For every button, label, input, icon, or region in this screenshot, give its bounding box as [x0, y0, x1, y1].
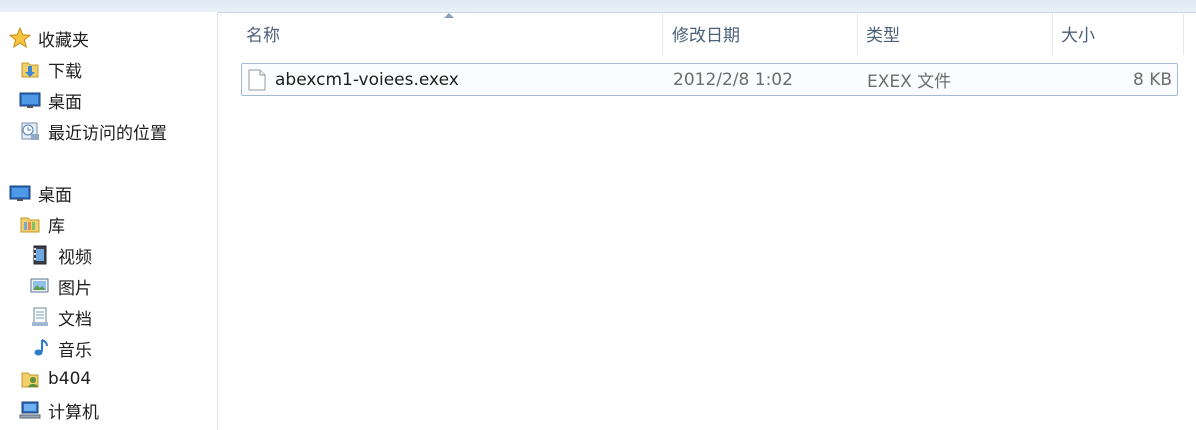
nav-computer[interactable]: 计算机 — [19, 395, 99, 425]
nav-item-recent-places[interactable]: 最近访问的位置 — [19, 116, 167, 146]
picture-icon — [29, 275, 51, 297]
file-modified: 2012/2/8 1:02 — [673, 69, 793, 90]
downloads-folder-icon — [19, 58, 41, 80]
nav-item-pictures[interactable]: 图片 — [29, 271, 92, 301]
nav-library-label: 库 — [48, 216, 65, 237]
file-size: 8 KB — [1132, 69, 1172, 90]
document-icon — [29, 306, 51, 328]
nav-item-recent-places-label: 最近访问的位置 — [48, 123, 167, 144]
column-header-name[interactable]: 名称 — [246, 12, 280, 55]
nav-item-videos-label: 视频 — [58, 247, 92, 268]
column-divider[interactable] — [857, 12, 858, 55]
sort-ascending-icon — [444, 13, 454, 18]
nav-favorites-label: 收藏夹 — [38, 30, 89, 51]
nav-library[interactable]: 库 — [19, 209, 65, 239]
nav-item-downloads[interactable]: 下载 — [19, 54, 82, 84]
nav-item-videos[interactable]: 视频 — [29, 240, 92, 270]
column-header-size-label: 大小 — [1061, 26, 1095, 46]
nav-item-desktop-fav-label: 桌面 — [48, 92, 82, 113]
column-header-name-label: 名称 — [246, 26, 280, 46]
navigation-pane: 收藏夹 下载 桌面 最近访问的位置 桌面 库 视频 图片 文档 音乐 b404 … — [0, 12, 218, 430]
file-row[interactable]: abexcm1-voiees.exex 2012/2/8 1:02 EXEX 文… — [241, 63, 1178, 96]
nav-item-desktop-fav[interactable]: 桌面 — [19, 85, 82, 115]
column-divider[interactable] — [1052, 12, 1053, 55]
column-divider[interactable] — [662, 12, 663, 55]
nav-favorites[interactable]: 收藏夹 — [9, 23, 89, 53]
nav-desktop-label: 桌面 — [38, 185, 72, 206]
column-header-modified[interactable]: 修改日期 — [672, 12, 740, 55]
column-header-size[interactable]: 大小 — [1061, 12, 1095, 55]
column-header-type-label: 类型 — [866, 26, 900, 46]
file-icon — [248, 69, 266, 91]
file-name-cell: abexcm1-voiees.exex — [248, 64, 459, 95]
user-folder-icon — [19, 368, 41, 390]
column-header-modified-label: 修改日期 — [672, 26, 740, 46]
nav-item-music-label: 音乐 — [58, 340, 92, 361]
nav-item-documents-label: 文档 — [58, 309, 92, 330]
file-name: abexcm1-voiees.exex — [275, 69, 459, 90]
video-icon — [29, 244, 51, 266]
nav-item-music[interactable]: 音乐 — [29, 333, 92, 363]
recent-places-icon — [19, 120, 41, 142]
nav-item-documents[interactable]: 文档 — [29, 302, 92, 332]
desktop-icon — [9, 182, 31, 204]
nav-user-folder-label: b404 — [48, 369, 92, 389]
column-divider[interactable] — [1183, 12, 1184, 55]
nav-user-folder[interactable]: b404 — [19, 364, 91, 394]
nav-item-pictures-label: 图片 — [58, 278, 92, 299]
nav-desktop[interactable]: 桌面 — [9, 178, 72, 208]
desktop-icon — [19, 89, 41, 111]
column-header-type[interactable]: 类型 — [866, 12, 900, 55]
computer-icon — [19, 399, 41, 421]
music-icon — [29, 337, 51, 359]
library-icon — [19, 213, 41, 235]
nav-item-downloads-label: 下载 — [48, 61, 82, 82]
nav-computer-label: 计算机 — [48, 402, 99, 423]
star-icon — [9, 27, 31, 49]
file-type: EXEX 文件 — [867, 72, 952, 92]
